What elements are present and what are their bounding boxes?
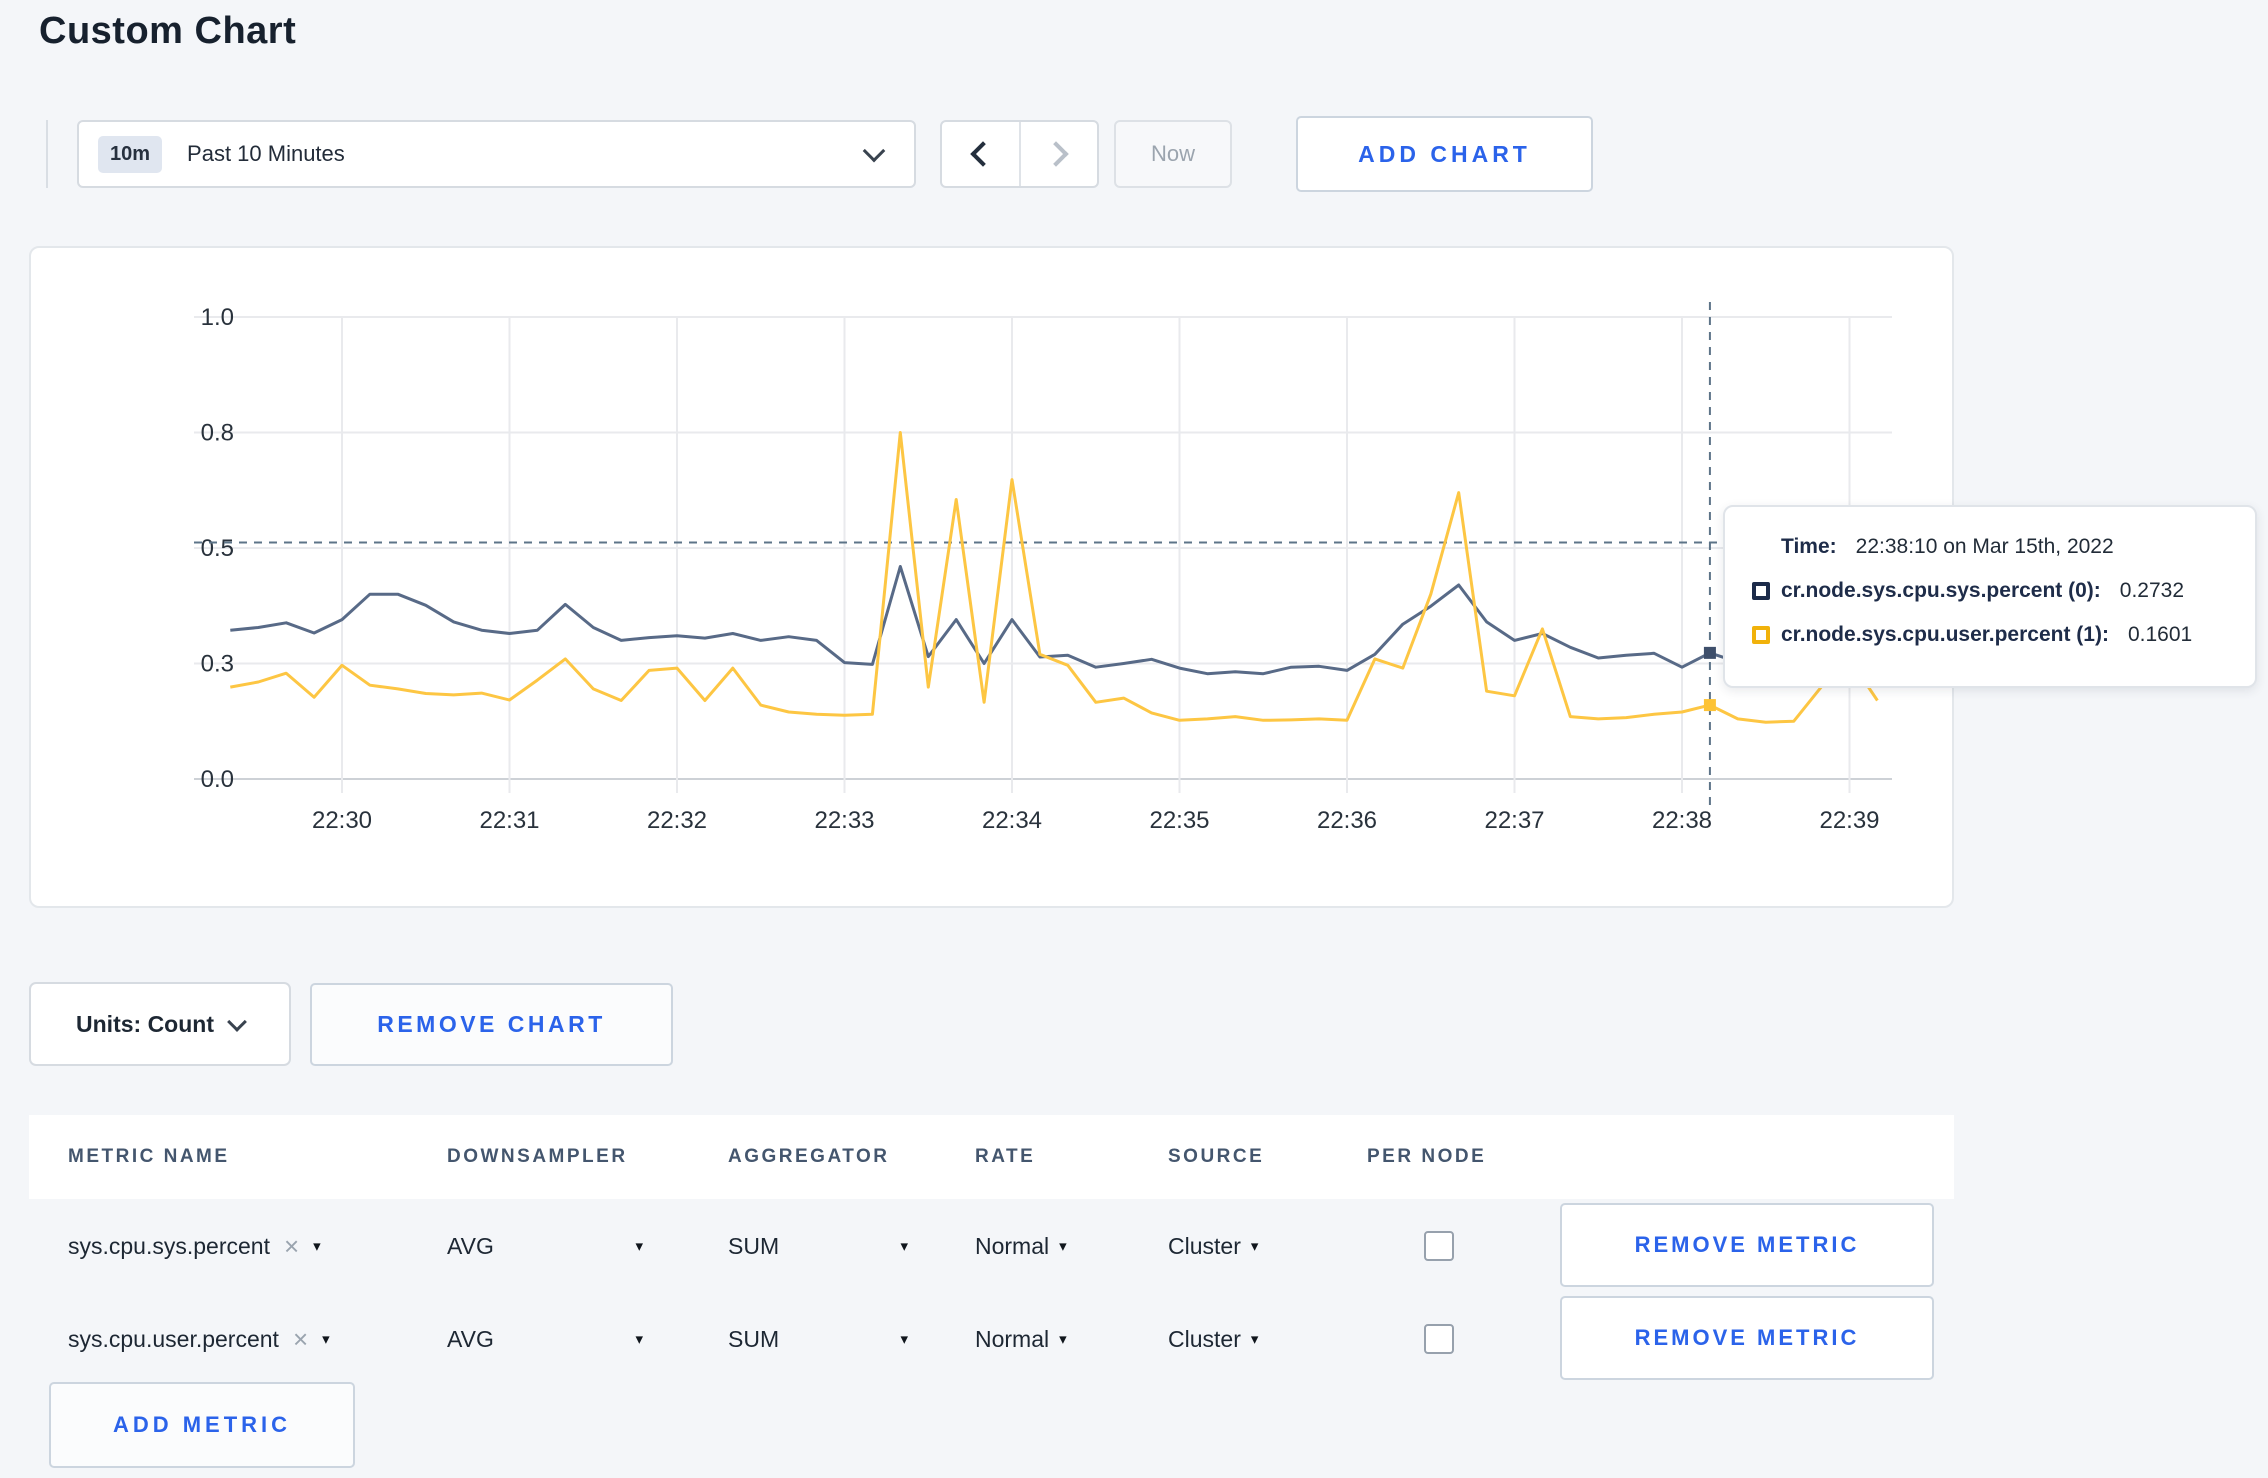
metric-row: sys.cpu.user.percent × ▾ AVG ▾ SUM ▾ Nor… [29, 1292, 1954, 1386]
page-title: Custom Chart [39, 10, 297, 52]
tooltip-series-label: cr.node.sys.cpu.user.percent (1): [1781, 623, 2109, 646]
y-tick-label: 0.3 [201, 651, 234, 678]
now-button[interactable]: Now [1114, 120, 1232, 188]
tooltip-series-label: cr.node.sys.cpu.sys.percent (0): [1781, 579, 2101, 602]
source-select[interactable]: Cluster ▾ [1168, 1292, 1258, 1386]
x-tick-label: 22:37 [1484, 807, 1544, 834]
dropdown-caret-icon: ▾ [1059, 1331, 1067, 1348]
chevron-down-icon [227, 1011, 247, 1032]
metric-row: sys.cpu.sys.percent × ▾ AVG ▾ SUM ▾ Norm… [29, 1199, 1954, 1293]
header-aggregator: AGGREGATOR [728, 1146, 890, 1167]
metrics-table-header: METRIC NAME DOWNSAMPLER AGGREGATOR RATE … [29, 1115, 1954, 1199]
x-tick-label: 22:38 [1652, 807, 1712, 834]
time-window-badge: 10m [98, 135, 163, 173]
aggregator-select[interactable]: SUM ▾ [728, 1292, 908, 1386]
time-window-label: Past 10 Minutes [187, 141, 345, 166]
cpu-line-chart[interactable]: 0.0 0.3 0.5 0.8 1.0 22:30 22:31 22:32 22:33 22:34… [31, 248, 1952, 906]
x-tick-label: 22:33 [814, 807, 874, 834]
y-tick-label: 1.0 [201, 304, 234, 331]
x-tick-label: 22:32 [647, 807, 707, 834]
downsampler-select[interactable]: AVG ▾ [447, 1199, 643, 1293]
y-tick-label: 0.5 [201, 535, 234, 562]
time-nav-group [940, 120, 1099, 188]
tooltip-time-value: 22:38:10 on Mar 15th, 2022 [1855, 535, 2114, 558]
dropdown-caret-icon[interactable]: ▾ [322, 1330, 330, 1348]
series-line-0 [230, 565, 1878, 676]
x-tick-label: 22:30 [312, 807, 372, 834]
y-tick-label: 0.0 [201, 766, 234, 793]
dropdown-caret-icon[interactable]: ▾ [313, 1237, 321, 1255]
tooltip-time-label: Time: [1781, 535, 1837, 558]
dropdown-caret-icon: ▾ [900, 1331, 908, 1348]
tooltip-series-value: 0.2732 [2119, 579, 2185, 602]
next-time-button[interactable] [1021, 122, 1098, 186]
tooltip-series-row: cr.node.sys.cpu.sys.percent (0): 0.2732 [1752, 576, 2229, 606]
x-tick-label: 22:34 [982, 807, 1042, 834]
dropdown-caret-icon: ▾ [1250, 1238, 1259, 1255]
chevron-left-icon [970, 141, 996, 167]
clear-metric-icon[interactable]: × [293, 1326, 308, 1352]
remove-metric-button[interactable]: REMOVE METRIC [1560, 1203, 1934, 1287]
chevron-down-icon [862, 139, 886, 163]
downsampler-select[interactable]: AVG ▾ [447, 1292, 643, 1386]
remove-chart-button[interactable]: REMOVE CHART [310, 983, 673, 1066]
series-sys-swatch-icon [1752, 582, 1770, 600]
x-tick-label: 22:36 [1317, 807, 1377, 834]
per-node-checkbox[interactable] [1424, 1324, 1454, 1354]
prev-time-button[interactable] [942, 122, 1021, 186]
header-downsampler: DOWNSAMPLER [447, 1146, 628, 1167]
hover-point-1 [1703, 699, 1716, 712]
remove-metric-button[interactable]: REMOVE METRIC [1560, 1296, 1934, 1380]
rate-select[interactable]: Normal ▾ [975, 1292, 1067, 1386]
add-chart-button[interactable]: ADD CHART [1296, 116, 1593, 192]
series-line-1 [230, 431, 1879, 724]
dropdown-caret-icon: ▾ [1059, 1238, 1067, 1255]
source-select[interactable]: Cluster ▾ [1168, 1199, 1258, 1293]
hover-point-0 [1703, 646, 1716, 659]
dropdown-caret-icon: ▾ [1250, 1331, 1259, 1348]
per-node-checkbox[interactable] [1424, 1231, 1454, 1261]
units-dropdown[interactable]: Units: Count [29, 982, 291, 1066]
header-rate: RATE [975, 1146, 1036, 1167]
time-window-dropdown[interactable]: 10m Past 10 Minutes [77, 120, 916, 188]
metric-name-select[interactable]: sys.cpu.user.percent [68, 1326, 279, 1353]
chart-hover-tooltip: Time: 22:38:10 on Mar 15th, 2022 cr.node… [1723, 505, 2257, 688]
rate-select[interactable]: Normal ▾ [975, 1199, 1067, 1293]
dropdown-caret-icon: ▾ [900, 1238, 908, 1255]
header-metric-name: METRIC NAME [68, 1146, 230, 1167]
tooltip-series-value: 0.1601 [2127, 623, 2193, 646]
header-per-node: PER NODE [1367, 1146, 1487, 1167]
x-tick-label: 22:35 [1149, 807, 1209, 834]
add-metric-button[interactable]: ADD METRIC [49, 1382, 355, 1468]
units-label: Units: Count [76, 1010, 214, 1037]
header-source: SOURCE [1168, 1146, 1265, 1167]
tooltip-time-row: Time: 22:38:10 on Mar 15th, 2022 [1752, 532, 2229, 562]
metric-name-select[interactable]: sys.cpu.sys.percent [68, 1233, 270, 1260]
chevron-right-icon [1043, 141, 1069, 167]
chart-card: 0.0 0.3 0.5 0.8 1.0 22:30 22:31 22:32 22:33 22:34… [29, 246, 1954, 908]
y-tick-label: 0.8 [201, 420, 234, 447]
aggregator-select[interactable]: SUM ▾ [728, 1199, 908, 1293]
series-user-swatch-icon [1752, 626, 1770, 644]
dropdown-caret-icon: ▾ [635, 1331, 643, 1348]
tooltip-series-row: cr.node.sys.cpu.user.percent (1): 0.1601 [1752, 620, 2229, 650]
dropdown-caret-icon: ▾ [635, 1238, 643, 1255]
x-tick-label: 22:39 [1819, 807, 1879, 834]
clear-metric-icon[interactable]: × [284, 1233, 299, 1259]
custom-chart-page: Custom Chart 10m Past 10 Minutes Now ADD… [0, 0, 2268, 1478]
x-tick-label: 22:31 [479, 807, 539, 834]
toolbar-divider [46, 120, 48, 188]
